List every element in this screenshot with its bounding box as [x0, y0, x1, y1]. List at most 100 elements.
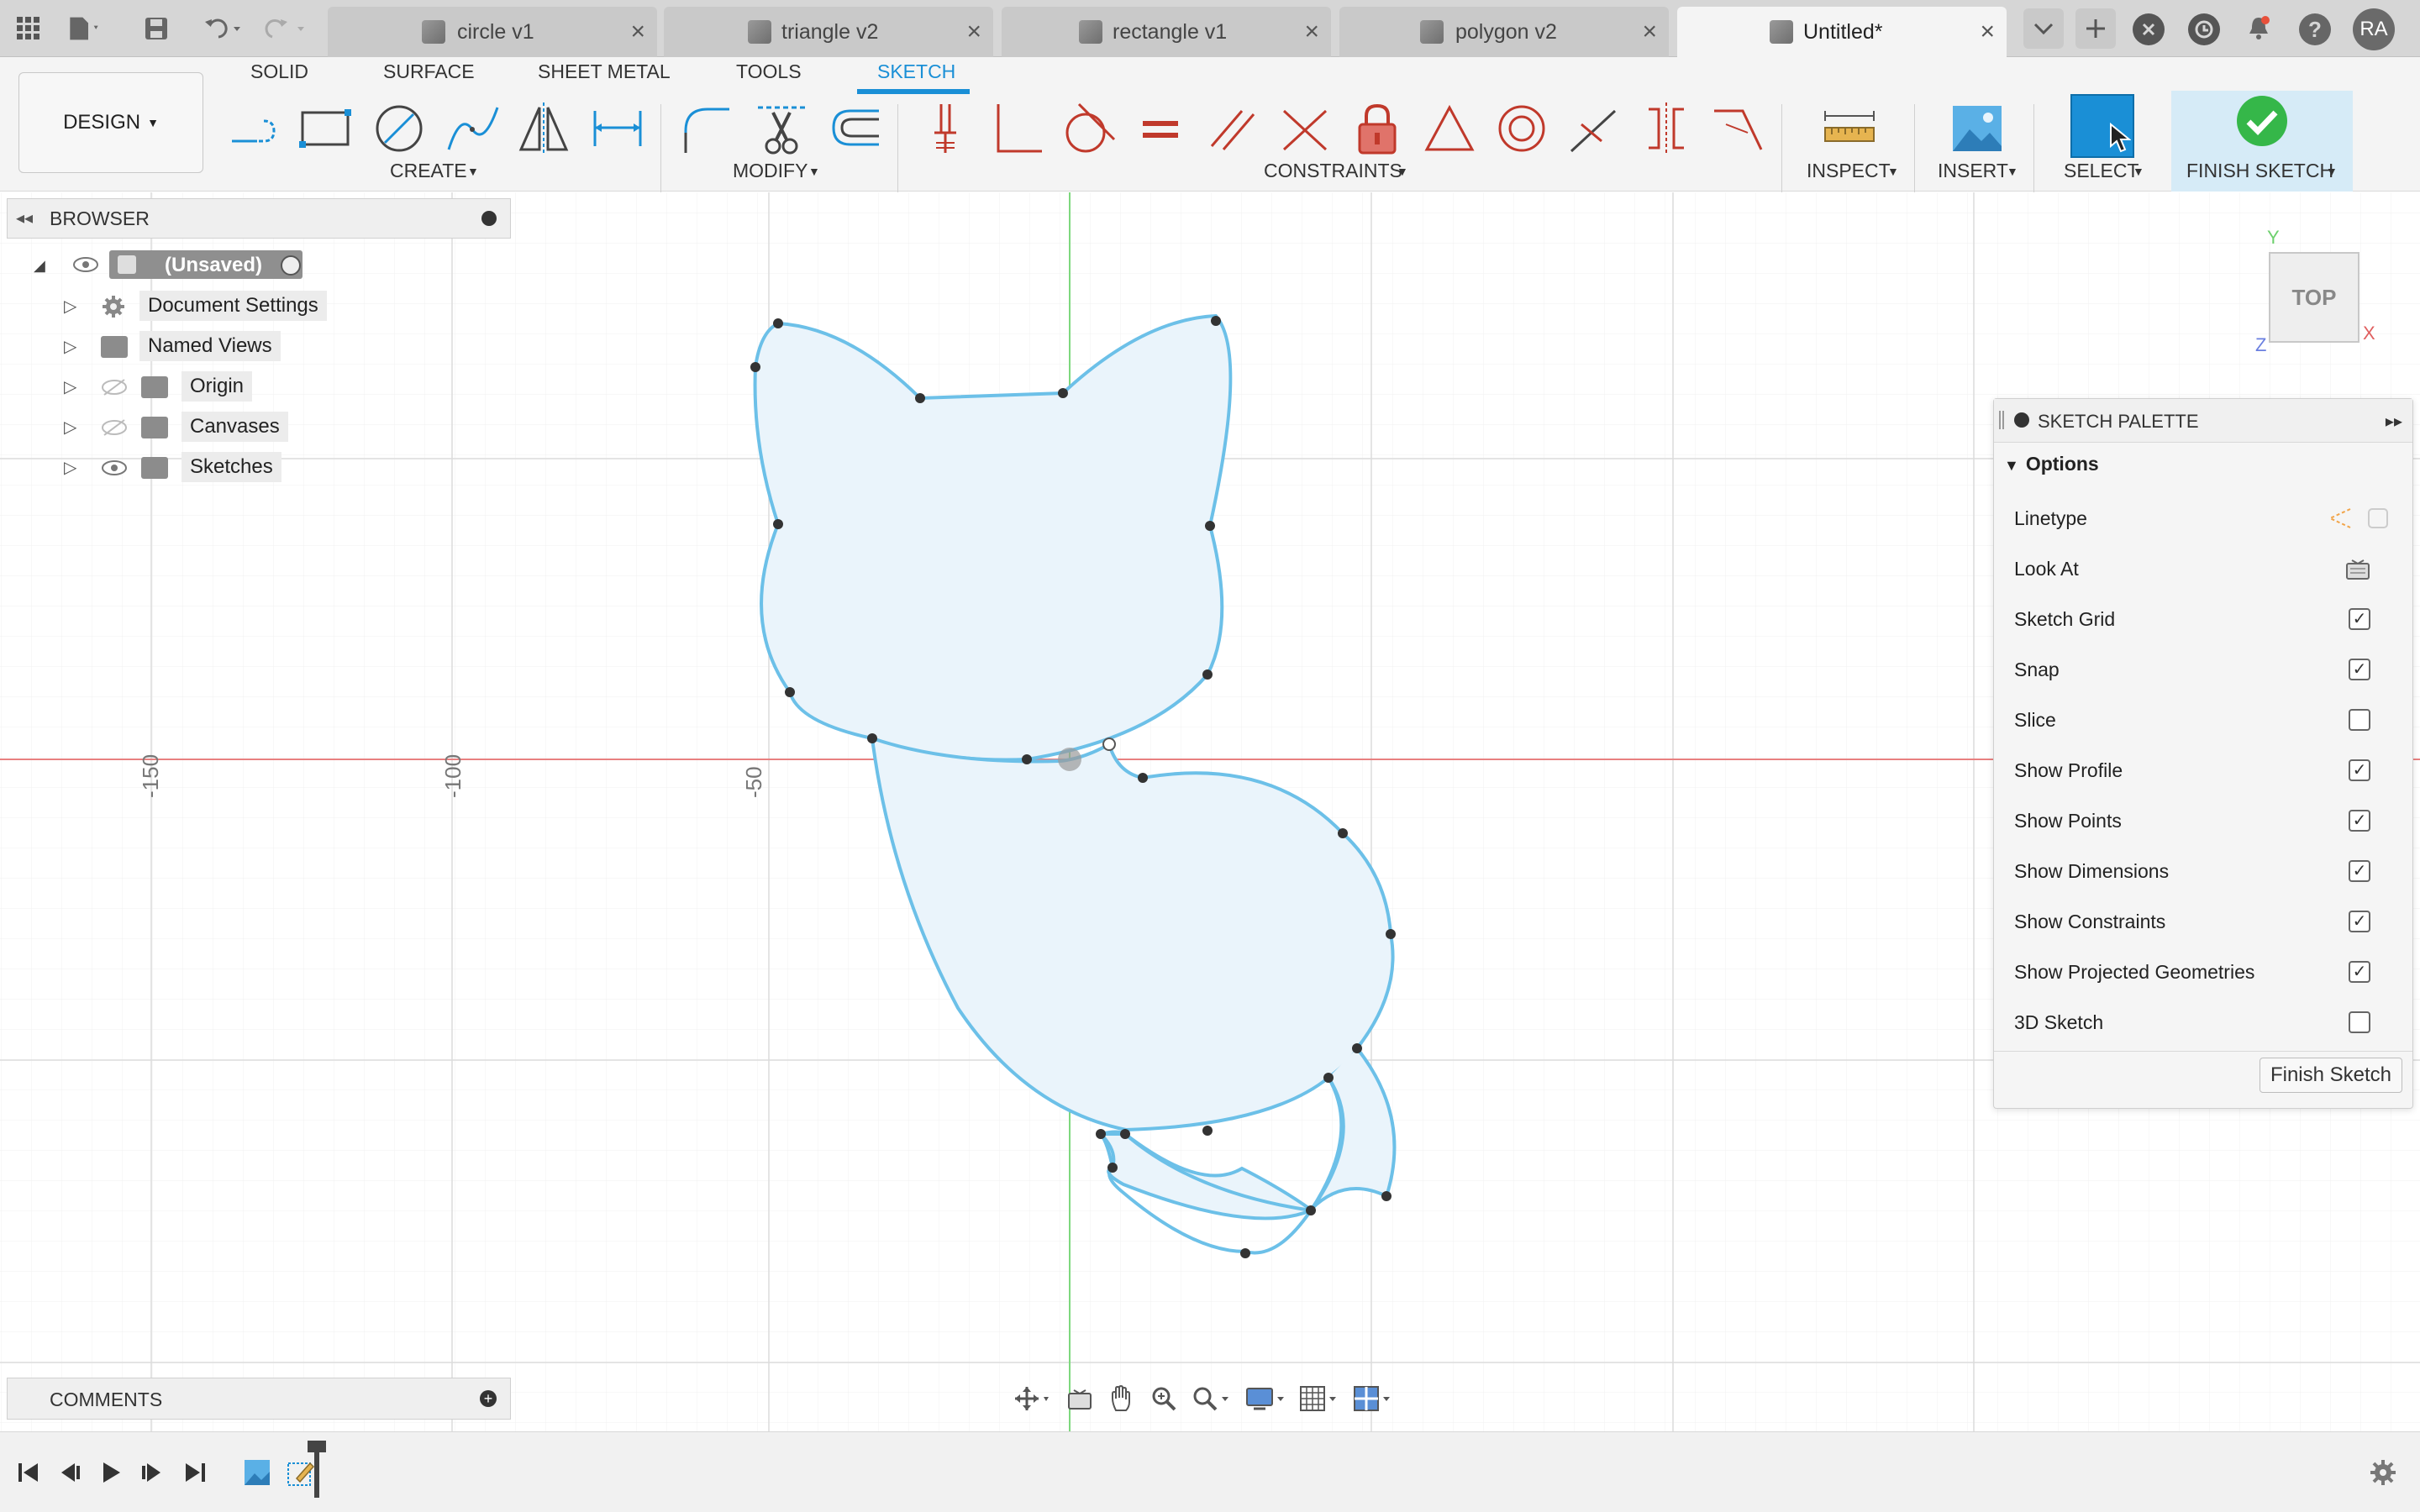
tab-surface[interactable]: SURFACE [383, 60, 475, 83]
collapse-panel-icon[interactable]: ◂◂ [16, 207, 33, 228]
insert-image-icon[interactable] [1948, 99, 2007, 158]
spline-tool-icon[interactable] [444, 99, 502, 158]
show-constraints-checkbox[interactable]: ✓ [2349, 911, 2370, 932]
show-dimensions-checkbox[interactable]: ✓ [2349, 860, 2370, 882]
option-show-dimensions[interactable]: Show Dimensions ✓ [2014, 854, 2401, 888]
show-profile-checkbox[interactable]: ✓ [2349, 759, 2370, 781]
option-show-projected-geometries[interactable]: Show Projected Geometries ✓ [2014, 955, 2401, 989]
option-show-profile[interactable]: Show Profile ✓ [2014, 753, 2401, 787]
close-tab-icon[interactable]: × [1304, 18, 1319, 46]
tab-sketch[interactable]: SKETCH [877, 60, 955, 83]
insert-group-label[interactable]: INSERT [1938, 160, 2008, 182]
dimension-tool-icon[interactable] [588, 99, 647, 158]
hidden-eye-icon[interactable] [101, 418, 128, 437]
coincident-constraint-icon[interactable] [916, 99, 975, 158]
midpoint-constraint-icon[interactable] [1420, 99, 1479, 158]
drag-handle-icon[interactable] [1999, 411, 2004, 429]
zoom-icon[interactable] [1143, 1382, 1185, 1415]
offset-tool-icon[interactable] [825, 99, 884, 158]
browser-item-document-settings[interactable]: ▷ Document Settings [64, 289, 341, 323]
visibility-eye-icon[interactable] [101, 459, 128, 477]
concentric-constraint-icon[interactable] [1492, 99, 1551, 158]
orbit-icon[interactable] [1005, 1382, 1059, 1415]
show-points-checkbox[interactable]: ✓ [2349, 810, 2370, 832]
finish-sketch-palette-button[interactable]: Finish Sketch [2260, 1058, 2402, 1093]
expand-triangle-icon[interactable]: ▷ [64, 336, 76, 357]
finish-sketch-button[interactable]: FINISH SKETCH ▼ [2171, 91, 2353, 192]
browser-item-canvases[interactable]: ▷ Canvases [64, 410, 341, 444]
construction-linetype-icon[interactable] [2327, 506, 2354, 531]
constraints-group-label[interactable]: CONSTRAINTS [1264, 160, 1402, 182]
option-slice[interactable]: Slice [2014, 703, 2401, 737]
step-forward-icon[interactable] [133, 1454, 170, 1491]
hidden-eye-icon[interactable] [101, 378, 128, 396]
go-to-start-icon[interactable] [10, 1454, 47, 1491]
line-tool-icon[interactable] [227, 99, 286, 158]
panel-minimize-icon[interactable] [481, 211, 497, 226]
symmetry-constraint-icon[interactable] [1637, 99, 1696, 158]
visibility-eye-icon[interactable] [72, 255, 99, 274]
viewcube[interactable]: TOP [2269, 252, 2360, 343]
equal-constraint-icon[interactable] [1131, 99, 1190, 158]
snap-checkbox[interactable]: ✓ [2349, 659, 2370, 680]
perpendicular-constraint-icon[interactable] [988, 99, 1047, 158]
show-projected-geometries-checkbox[interactable]: ✓ [2349, 961, 2370, 983]
option-3d-sketch[interactable]: 3D Sketch [2014, 1005, 2401, 1039]
curvature-constraint-icon[interactable] [1709, 99, 1768, 158]
notifications-bell-icon[interactable] [2242, 12, 2275, 45]
document-tab[interactable]: polygon v2 × [1339, 7, 1669, 57]
redo-icon[interactable] [262, 12, 313, 45]
go-to-end-icon[interactable] [176, 1454, 213, 1491]
origin-point-icon[interactable] [1058, 748, 1081, 771]
centerline-linetype-icon[interactable] [2365, 506, 2391, 531]
slice-checkbox[interactable] [2349, 709, 2370, 731]
fillet-tool-icon[interactable] [677, 99, 736, 158]
panel-minimize-icon[interactable] [2014, 412, 2029, 428]
sketch-grid-checkbox[interactable]: ✓ [2349, 608, 2370, 630]
close-tab-icon[interactable]: × [630, 18, 645, 46]
sketch-point-open[interactable] [1102, 738, 1116, 751]
viewports-icon[interactable] [1346, 1382, 1400, 1415]
expand-panel-icon[interactable]: ▸▸ [2386, 411, 2402, 432]
add-comment-plus-icon[interactable]: + [480, 1390, 497, 1407]
create-group-label[interactable]: CREATE [390, 160, 467, 182]
tab-sheet-metal[interactable]: SHEET METAL [538, 60, 671, 83]
expand-triangle-icon[interactable]: ▷ [64, 296, 76, 317]
expand-triangle-icon[interactable]: ▷ [64, 376, 76, 397]
save-icon[interactable] [139, 12, 173, 45]
option-sketch-grid[interactable]: Sketch Grid ✓ [2014, 602, 2401, 636]
look-at-icon[interactable] [1059, 1382, 1101, 1415]
pan-hand-icon[interactable] [1101, 1382, 1143, 1415]
file-menu-icon[interactable] [67, 12, 101, 45]
workspace-switcher-button[interactable]: DESIGN ▼ [18, 72, 203, 173]
help-icon[interactable]: ? [2299, 13, 2331, 45]
timeline-canvas-feature-icon[interactable] [239, 1454, 276, 1491]
document-tab[interactable]: circle v1 × [328, 7, 657, 57]
option-show-points[interactable]: Show Points ✓ [2014, 804, 2401, 837]
document-tab[interactable]: triangle v2 × [664, 7, 993, 57]
inspect-group-label[interactable]: INSPECT [1807, 160, 1891, 182]
horizontal-vertical-constraint-icon[interactable] [1565, 99, 1623, 158]
tangent-constraint-icon[interactable] [1059, 99, 1118, 158]
trim-scissors-icon[interactable] [753, 99, 812, 158]
undo-icon[interactable] [198, 12, 249, 45]
close-tab-icon[interactable]: × [1642, 18, 1657, 46]
browser-item-sketches[interactable]: ▷ Sketches [64, 450, 341, 484]
timeline-settings-gear-icon[interactable] [2365, 1454, 2402, 1491]
collapse-triangle-icon[interactable]: ◢ [34, 257, 45, 275]
activate-radio-icon[interactable] [281, 255, 301, 276]
document-tab-active[interactable]: Untitled* × [1677, 7, 2007, 57]
job-status-clock-icon[interactable] [2188, 13, 2220, 45]
rectangle-tool-icon[interactable] [296, 99, 355, 158]
play-icon[interactable] [92, 1454, 129, 1491]
browser-item-named-views[interactable]: ▷ Named Views [64, 329, 341, 363]
collinear-constraint-icon[interactable] [1276, 99, 1334, 158]
tab-solid[interactable]: SOLID [250, 60, 308, 83]
fix-lock-icon[interactable] [1348, 99, 1407, 158]
document-tab[interactable]: rectangle v1 × [1002, 7, 1331, 57]
modify-group-label[interactable]: MODIFY [733, 160, 808, 182]
app-grid-icon[interactable] [12, 12, 45, 45]
extensions-icon[interactable] [2133, 13, 2165, 45]
timeline-marker-handle[interactable] [308, 1441, 326, 1452]
browser-item-origin[interactable]: ▷ Origin [64, 370, 341, 403]
